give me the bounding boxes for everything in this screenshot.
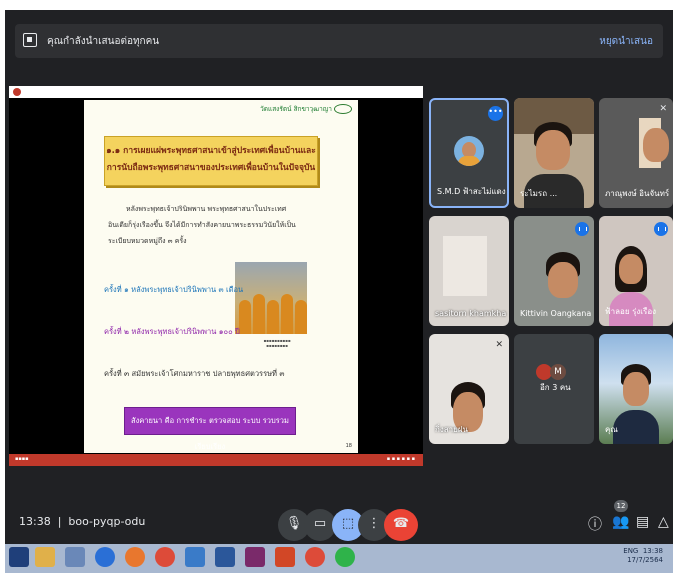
participant-name: ระไมรถ ... [520,189,558,198]
participant-name: อีก 3 คน [540,383,571,392]
powerpoint-icon[interactable] [275,547,295,567]
participant-name: sasitorn khamkha [435,309,507,318]
monks-illustration [235,262,307,334]
system-tray: ENG 13:38 17/7/2564 [623,547,663,564]
word-icon[interactable] [215,547,235,567]
participant-tile-3[interactable]: ✕ ภาณุพงษ์ อินจันทร์ [599,98,673,208]
participant-name: Kittivin Oangkana [520,309,592,318]
school-logo-icon [334,104,352,114]
slide-header: วัดแสงรัตน์ สิกขาวุฒาญา [260,104,352,114]
avatar [454,136,484,166]
powerpoint-icon [13,88,21,96]
participant-tile-more[interactable]: M อีก 3 คน [514,334,594,444]
slide-paragraph-line1: หลังพระพุทธเจ้าปรินิพพาน พระพุทธศาสนาในป… [126,205,287,213]
presentation-view: วัดแสงรัตน์ สิกขาวุฒาญา ๑.๑ การเผยแผ่พระ… [9,86,423,466]
end-call-icon: ☎ [392,516,410,531]
slide-title-box: ๑.๑ การเผยแผ่พระพุทธศาสนาเข้าสู่ประเทศเพ… [104,136,318,186]
participant-tile-1[interactable]: ••• S.M.D ฟ้าสะไม่แดง [429,98,509,208]
participant-tile-4[interactable]: sasitorn khamkha [429,216,509,326]
slide-item-2: ครั้งที่ ๒ หลังพระพุทธเจ้าปรินิพพาน ๑๐๐ … [104,327,240,336]
winrar-icon[interactable] [245,547,265,567]
app-icon[interactable] [185,547,205,567]
more-options-icon[interactable]: ••• [488,106,503,121]
chrome-icon[interactable] [155,547,175,567]
participant-name: คุณ [605,425,618,434]
participant-tile-2[interactable]: ระไมรถ ... [514,98,594,208]
avatar: M [550,364,566,380]
speaking-indicator-icon [654,222,668,236]
presenting-text: คุณกำลังนำเสนอต่อทุกคน [47,36,160,47]
presentation-titlebar [9,86,423,98]
chrome-icon[interactable] [305,547,325,567]
leave-call-button[interactable]: ☎ [384,509,418,541]
chat-icon[interactable]: ▤ [636,514,649,530]
activities-icon[interactable]: △ [658,514,669,530]
participant-name: กิ่งสายฝน [435,425,468,434]
slide: วัดแสงรัตน์ สิกขาวุฒาญา ๑.๑ การเผยแผ่พระ… [84,100,358,453]
file-explorer-icon[interactable] [35,547,55,567]
line-icon[interactable] [335,547,355,567]
illustration-caption: ▪▪▪▪▪▪▪▪▪▪ ▪▪▪▪▪▪▪▪ [263,338,291,348]
slide-item-3: ครั้งที่ ๓ สมัยพระเจ้าโศกมหาราช ปลายพุทธ… [104,369,285,378]
slide-item-1: ครั้งที่ ๑ หลังพระพุทธเจ้าปรินิพพาน ๓ เด… [104,285,244,294]
participant-name: S.M.D ฟ้าสะไม่แดง [437,187,506,196]
slide-title-line2: การนับถือพระพุทธศาสนาของประเทศเพื่อนบ้าน… [106,163,316,173]
participant-name: ฟ้าลอย รุ่งเรือง [605,307,657,316]
present-screen-icon [23,33,37,47]
edge-icon[interactable] [95,547,115,567]
participant-tile-6[interactable]: ฟ้าลอย รุ่งเรือง [599,216,673,326]
info-icon[interactable]: ⓘ [588,514,602,534]
participant-tile-self[interactable]: คุณ [599,334,673,444]
slide-paragraph-line2: อินเดียก็รุ่งเรืองขึ้น จึงได้มีการทำสังค… [108,221,296,229]
slide-definition-box: สังคายนา คือ การชำระ ตรวจสอบ ระบบ รวบรวม… [124,407,296,451]
windows-taskbar: ENG 13:38 17/7/2564 [5,544,673,573]
people-icon[interactable]: 👥 [612,514,629,530]
meeting-info: 13:38 | boo-pyqp-odu [19,515,146,528]
firefox-icon[interactable] [125,547,145,567]
participant-tile-7[interactable]: ✕ กิ่งสายฝน [429,334,509,444]
stop-presenting-button[interactable]: หยุดนำเสนอ [599,34,653,49]
slide-paragraph-line3: ระเบียบหมวดหมู่ถึง ๓ ครั้ง [108,237,187,245]
slide-title-line1: ๑.๑ การเผยแผ่พระพุทธศาสนาเข้าสู่ประเทศเพ… [106,146,316,156]
participant-tile-5[interactable]: Kittivin Oangkana [514,216,594,326]
app-icon[interactable] [65,547,85,567]
meet-window: คุณกำลังนำเสนอต่อทุกคน หยุดนำเสนอ วัดแสง… [5,10,673,553]
participant-name: ภาณุพงษ์ อินจันทร์ [605,189,670,198]
presenting-banner: คุณกำลังนำเสนอต่อทุกคน หยุดนำเสนอ [15,24,663,58]
mic-off-icon: ✕ [495,340,503,350]
slide-page-number: 18 [345,443,352,449]
presentation-statusbar: ▪▪▪▪ ▪ ▪ ▪ ▪ ▪ ▪ [9,454,423,466]
mic-off-icon: ✕ [659,104,667,114]
windows-start-icon[interactable] [9,547,29,567]
speaking-indicator-icon [575,222,589,236]
participant-count-badge: 12 [614,500,628,512]
